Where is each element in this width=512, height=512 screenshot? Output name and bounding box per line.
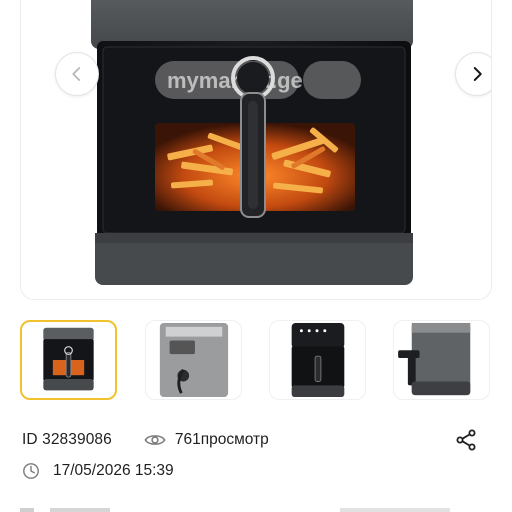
air-fryer-top-thumbnail bbox=[291, 322, 345, 398]
chevron-left-icon bbox=[72, 67, 81, 81]
air-fryer-front-thumbnail bbox=[43, 327, 94, 391]
thumbnail-4[interactable] bbox=[393, 320, 490, 400]
thumbnail-1[interactable] bbox=[20, 320, 117, 400]
listing-date: 17/05/2026 15:39 bbox=[53, 462, 174, 479]
share-icon bbox=[456, 429, 476, 451]
next-image-button[interactable] bbox=[455, 52, 491, 96]
chevron-right-icon bbox=[473, 67, 482, 81]
views-count: 761просмотр bbox=[144, 431, 269, 449]
listing-meta-row: ID 32839086 761просмотр bbox=[22, 431, 269, 449]
eye-icon bbox=[144, 435, 166, 445]
thumbnail-3[interactable] bbox=[269, 320, 366, 400]
listing-id: ID 32839086 bbox=[22, 431, 112, 448]
listing-date-row: 17/05/2026 15:39 bbox=[22, 462, 174, 480]
air-fryer-back-thumbnail bbox=[159, 322, 229, 398]
main-image-card[interactable]: mymarket.ge bbox=[20, 0, 492, 300]
cut-off-content bbox=[20, 508, 450, 512]
clock-icon bbox=[23, 463, 39, 479]
product-listing-page: mymarket.ge ID 32839086 761просмотр 17/0… bbox=[0, 0, 512, 512]
share-button[interactable] bbox=[452, 426, 480, 454]
air-fryer-main-image: mymarket.ge bbox=[91, 0, 413, 285]
air-fryer-side-thumbnail bbox=[398, 322, 471, 396]
thumbnail-strip bbox=[20, 320, 492, 400]
previous-image-button[interactable] bbox=[55, 52, 99, 96]
thumbnail-2[interactable] bbox=[145, 320, 242, 400]
views-text: 761просмотр bbox=[174, 431, 269, 448]
